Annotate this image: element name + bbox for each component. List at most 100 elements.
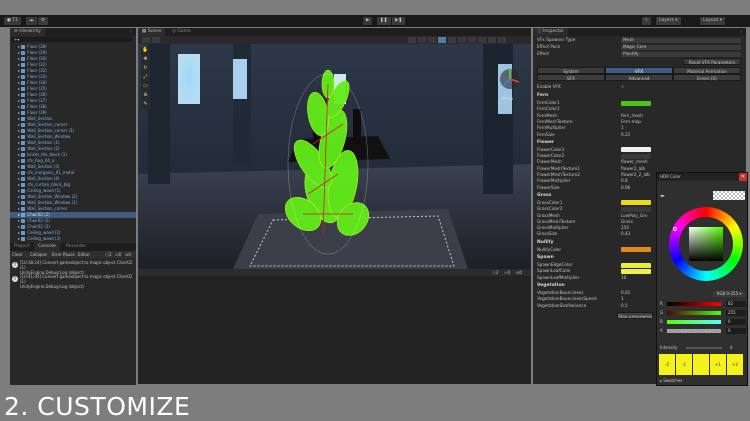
eyedropper-icon[interactable]: ✒ bbox=[660, 193, 665, 200]
field-dropdown[interactable]: Mesh bbox=[621, 37, 741, 43]
expand-arrow-icon[interactable]: ▸ bbox=[10, 122, 20, 127]
expand-arrow-icon[interactable]: ▸ bbox=[10, 176, 20, 181]
channel-value-input[interactable]: 255 bbox=[726, 310, 746, 316]
tab-scene[interactable]: ▦ Scene bbox=[138, 28, 166, 36]
inspector-tab[interactable]: SFX bbox=[537, 74, 605, 81]
field-value[interactable]: flower2_alb bbox=[621, 166, 645, 172]
warning-count-badge[interactable]: ⚠0 bbox=[504, 270, 510, 275]
expand-arrow-icon[interactable]: ▸ bbox=[10, 194, 20, 199]
kebab-menu-icon[interactable]: ⋮ bbox=[739, 29, 743, 34]
expand-arrow-icon[interactable]: ▸ bbox=[10, 68, 20, 73]
expand-arrow-icon[interactable]: ▸ bbox=[10, 74, 20, 79]
saturation-value-square[interactable] bbox=[689, 227, 723, 261]
audio-toggle[interactable] bbox=[438, 37, 446, 43]
expand-arrow-icon[interactable]: ▸ bbox=[10, 128, 20, 133]
inspector-tab[interactable]: Advanced bbox=[605, 74, 673, 81]
field-value[interactable]: 1 bbox=[621, 125, 624, 131]
expand-arrow-icon[interactable]: ▸ bbox=[10, 56, 20, 61]
expand-arrow-icon[interactable]: ▸ bbox=[10, 224, 20, 229]
info-count-badge[interactable]: ⓘ2 bbox=[105, 251, 112, 258]
field-value[interactable]: 0.43 bbox=[621, 231, 630, 237]
color-field[interactable] bbox=[621, 106, 651, 112]
camera-settings-button[interactable] bbox=[468, 37, 476, 43]
intensity-swatch[interactable]: +1 bbox=[710, 354, 726, 375]
error-pause-button[interactable]: Error Pause bbox=[52, 251, 75, 258]
expand-arrow-icon[interactable]: ▸ bbox=[10, 62, 20, 67]
expand-arrow-icon[interactable]: ▸ bbox=[10, 218, 20, 223]
console-message[interactable]: ! [10:41:04] Convert gameobject to magic… bbox=[10, 274, 136, 289]
view-options-button[interactable] bbox=[498, 37, 506, 43]
error-count-badge[interactable]: ⊘0 bbox=[516, 270, 522, 275]
hierarchy-search-input[interactable]: +▾ bbox=[12, 37, 132, 42]
field-dropdown[interactable]: Magic Core bbox=[621, 44, 741, 50]
color-field[interactable] bbox=[621, 153, 651, 159]
expand-arrow-icon[interactable]: ▸ bbox=[10, 206, 20, 211]
expand-arrow-icon[interactable]: ▸ bbox=[10, 158, 20, 163]
inspector-tab[interactable]: Material Animation bbox=[673, 67, 741, 74]
pause-button[interactable]: ❚❚ bbox=[377, 17, 391, 25]
stop-preview-button[interactable]: Stop previewing VFX bbox=[617, 311, 653, 319]
expand-arrow-icon[interactable]: ▸ bbox=[10, 44, 20, 49]
warning-count-badge[interactable]: ⚠0 bbox=[115, 251, 121, 258]
inspector-tab[interactable]: System bbox=[537, 67, 605, 74]
expand-arrow-icon[interactable]: ▸ bbox=[10, 98, 20, 103]
field-value[interactable]: 1 bbox=[621, 296, 624, 302]
collapse-button[interactable]: Collapse bbox=[30, 251, 47, 258]
field-value[interactable]: 10 bbox=[621, 275, 626, 281]
intensity-swatch[interactable]: -1 bbox=[676, 354, 692, 375]
intensity-slider[interactable] bbox=[686, 347, 722, 349]
field-value[interactable]: 0.21 bbox=[621, 132, 630, 138]
hierarchy-item[interactable]: ▸ Ceiling_wood (3) bbox=[10, 236, 136, 242]
console-message[interactable]: ! [10:38:24] Convert gameobject to magic… bbox=[10, 260, 136, 275]
field-value[interactable]: fern_mesh bbox=[621, 113, 643, 119]
account-button[interactable]: ● T1 bbox=[4, 17, 21, 25]
settings-icon[interactable]: ⚙ bbox=[38, 17, 49, 25]
add-icon[interactable]: +▾ bbox=[12, 37, 19, 42]
tab-game[interactable]: ◎ Game bbox=[168, 28, 195, 36]
channel-slider[interactable] bbox=[667, 329, 721, 333]
color-field[interactable] bbox=[621, 268, 651, 274]
info-count-badge[interactable]: ⓘ2 bbox=[492, 270, 499, 276]
inspector-tab[interactable]: Errors (0) bbox=[673, 74, 741, 81]
color-field[interactable] bbox=[621, 147, 651, 153]
cloud-icon[interactable]: ☁ bbox=[26, 17, 37, 25]
intensity-value[interactable]: 4 bbox=[730, 345, 733, 351]
effects-dropdown[interactable] bbox=[448, 37, 456, 43]
tab-hierarchy[interactable]: ≡ Hierarchy bbox=[10, 28, 45, 36]
step-button[interactable]: ▶❚ bbox=[392, 17, 406, 25]
expand-arrow-icon[interactable]: ▸ bbox=[10, 80, 20, 85]
intensity-swatch[interactable]: -2 bbox=[659, 354, 675, 375]
expand-arrow-icon[interactable]: ▸ bbox=[10, 86, 20, 91]
expand-arrow-icon[interactable]: ▸ bbox=[10, 200, 20, 205]
channel-value-input[interactable]: 0 bbox=[726, 328, 746, 334]
expand-arrow-icon[interactable]: ▸ bbox=[10, 212, 20, 217]
expand-arrow-icon[interactable]: ▸ bbox=[10, 116, 20, 121]
shading-mode-button[interactable] bbox=[408, 37, 416, 43]
field-value[interactable]: flower2_2_alb bbox=[621, 172, 650, 178]
visibility-toggle[interactable] bbox=[458, 37, 466, 43]
hue-handle[interactable] bbox=[673, 227, 677, 231]
custom-tool-icon[interactable]: ✎ bbox=[141, 101, 150, 110]
scene-viewport[interactable]: Persp ✋ ✥ ↻ ⤢ ▭ ⊕ ✎ bbox=[138, 44, 531, 269]
tab-recorder[interactable]: Recorder bbox=[62, 243, 91, 251]
expand-arrow-icon[interactable]: ▸ bbox=[10, 110, 20, 115]
layers-dropdown[interactable]: Layers ▾ bbox=[656, 17, 681, 25]
field-value[interactable]: Fern-map bbox=[621, 119, 641, 125]
grid-snap-button[interactable] bbox=[488, 37, 496, 43]
play-button[interactable]: ▶ bbox=[363, 17, 373, 25]
kebab-menu-icon[interactable]: ⋮ bbox=[129, 29, 133, 34]
channel-slider[interactable] bbox=[667, 311, 721, 315]
expand-arrow-icon[interactable]: ▸ bbox=[10, 134, 20, 139]
expand-arrow-icon[interactable]: ▸ bbox=[10, 146, 20, 151]
channel-slider[interactable] bbox=[667, 302, 721, 306]
color-field[interactable] bbox=[621, 247, 651, 253]
expand-arrow-icon[interactable]: ▸ bbox=[10, 170, 20, 175]
expand-arrow-icon[interactable]: ▸ bbox=[10, 230, 20, 235]
expand-arrow-icon[interactable]: ▸ bbox=[10, 140, 20, 145]
expand-arrow-icon[interactable]: ▸ bbox=[10, 104, 20, 109]
channel-value-input[interactable]: 82 bbox=[726, 301, 746, 307]
field-value[interactable]: 0.5 bbox=[621, 303, 628, 309]
expand-arrow-icon[interactable]: ▸ bbox=[10, 50, 20, 55]
tab-console[interactable]: Console bbox=[34, 243, 60, 251]
field-value[interactable]: 250 bbox=[621, 225, 629, 231]
